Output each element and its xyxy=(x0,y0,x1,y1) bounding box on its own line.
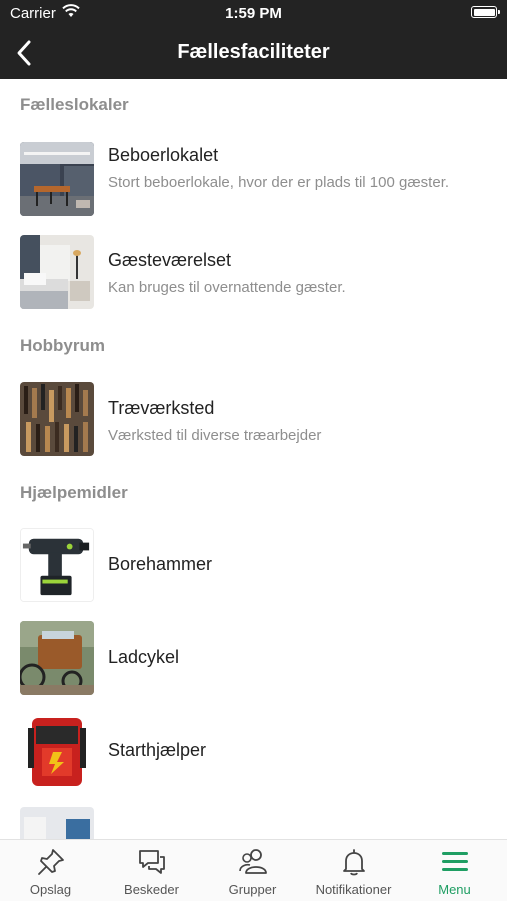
starthjaelper-thumbnail xyxy=(20,714,94,788)
list-item-beboerlokalet[interactable]: Beboerlokalet Stort beboerlokale, hvor d… xyxy=(20,142,490,218)
item-name: Ladcykel xyxy=(108,647,180,667)
borehammer-thumbnail xyxy=(20,528,94,602)
battery-icon xyxy=(471,6,500,18)
list-item-starthjaelper[interactable]: Starthjælper xyxy=(20,714,490,790)
chat-icon xyxy=(139,850,165,874)
tab-label: Menu xyxy=(438,882,471,897)
tab-grupper[interactable]: Grupper xyxy=(202,840,303,901)
tab-label: Grupper xyxy=(228,882,277,897)
tab-bar: Opslag Beskeder Grupper Notifikationer M… xyxy=(0,839,507,901)
tab-label: Notifikationer xyxy=(315,882,392,897)
page-title: Fællesfaciliteter xyxy=(177,41,330,63)
tab-label: Opslag xyxy=(29,882,72,897)
tab-menu[interactable]: Menu xyxy=(404,840,505,901)
beboerlokalet-thumbnail xyxy=(20,142,94,216)
partial-item-thumbnail xyxy=(20,807,94,839)
bell-icon xyxy=(343,849,365,876)
top-bar: Carrier 1:59 PM Fællesfaciliteter xyxy=(0,0,507,79)
facility-list[interactable]: Fælleslokaler Beboerlokalet Stort beboer… xyxy=(0,79,507,839)
status-time: 1:59 PM xyxy=(225,5,282,22)
traevaerksted-thumbnail xyxy=(20,382,94,456)
users-icon xyxy=(239,849,267,874)
list-item-traevaerksted[interactable]: Træværksted Værksted til diverse træarbe… xyxy=(20,382,490,458)
menu-icon xyxy=(442,852,468,871)
tab-opslag[interactable]: Opslag xyxy=(0,840,101,901)
tab-label: Beskeder xyxy=(124,882,179,897)
item-description: Stort beboerlokale, hvor der er plads ti… xyxy=(108,174,450,191)
section-title-faelleslokaler: Fælleslokaler xyxy=(20,95,129,114)
item-name: Starthjælper xyxy=(108,740,207,760)
list-item-gaestevaerelset[interactable]: Gæsteværelset Kan bruges til overnattend… xyxy=(20,235,490,311)
tab-notifikationer[interactable]: Notifikationer xyxy=(303,840,404,901)
pin-icon xyxy=(38,849,64,875)
gaestevaerelset-thumbnail xyxy=(20,235,94,309)
navigation-bar: Fællesfaciliteter xyxy=(0,28,507,79)
status-bar: Carrier 1:59 PM xyxy=(0,0,507,28)
list-item-ladcykel[interactable]: Ladcykel xyxy=(20,621,490,697)
list-item-borehammer[interactable]: Borehammer xyxy=(20,528,490,604)
item-name: Gæsteværelset xyxy=(108,250,232,270)
ladcykel-thumbnail xyxy=(20,621,94,695)
item-description: Kan bruges til overnattende gæster. xyxy=(108,279,346,296)
section-title-hobbyrum: Hobbyrum xyxy=(20,336,105,355)
item-name: Borehammer xyxy=(108,554,213,574)
item-name: Træværksted xyxy=(108,398,215,418)
section-title-hjaelpemidler: Hjælpemidler xyxy=(20,483,128,502)
tab-beskeder[interactable]: Beskeder xyxy=(101,840,202,901)
list-item-partial[interactable] xyxy=(20,807,490,839)
item-description: Værksted til diverse træarbejder xyxy=(108,427,322,444)
item-name: Beboerlokalet xyxy=(108,145,219,165)
